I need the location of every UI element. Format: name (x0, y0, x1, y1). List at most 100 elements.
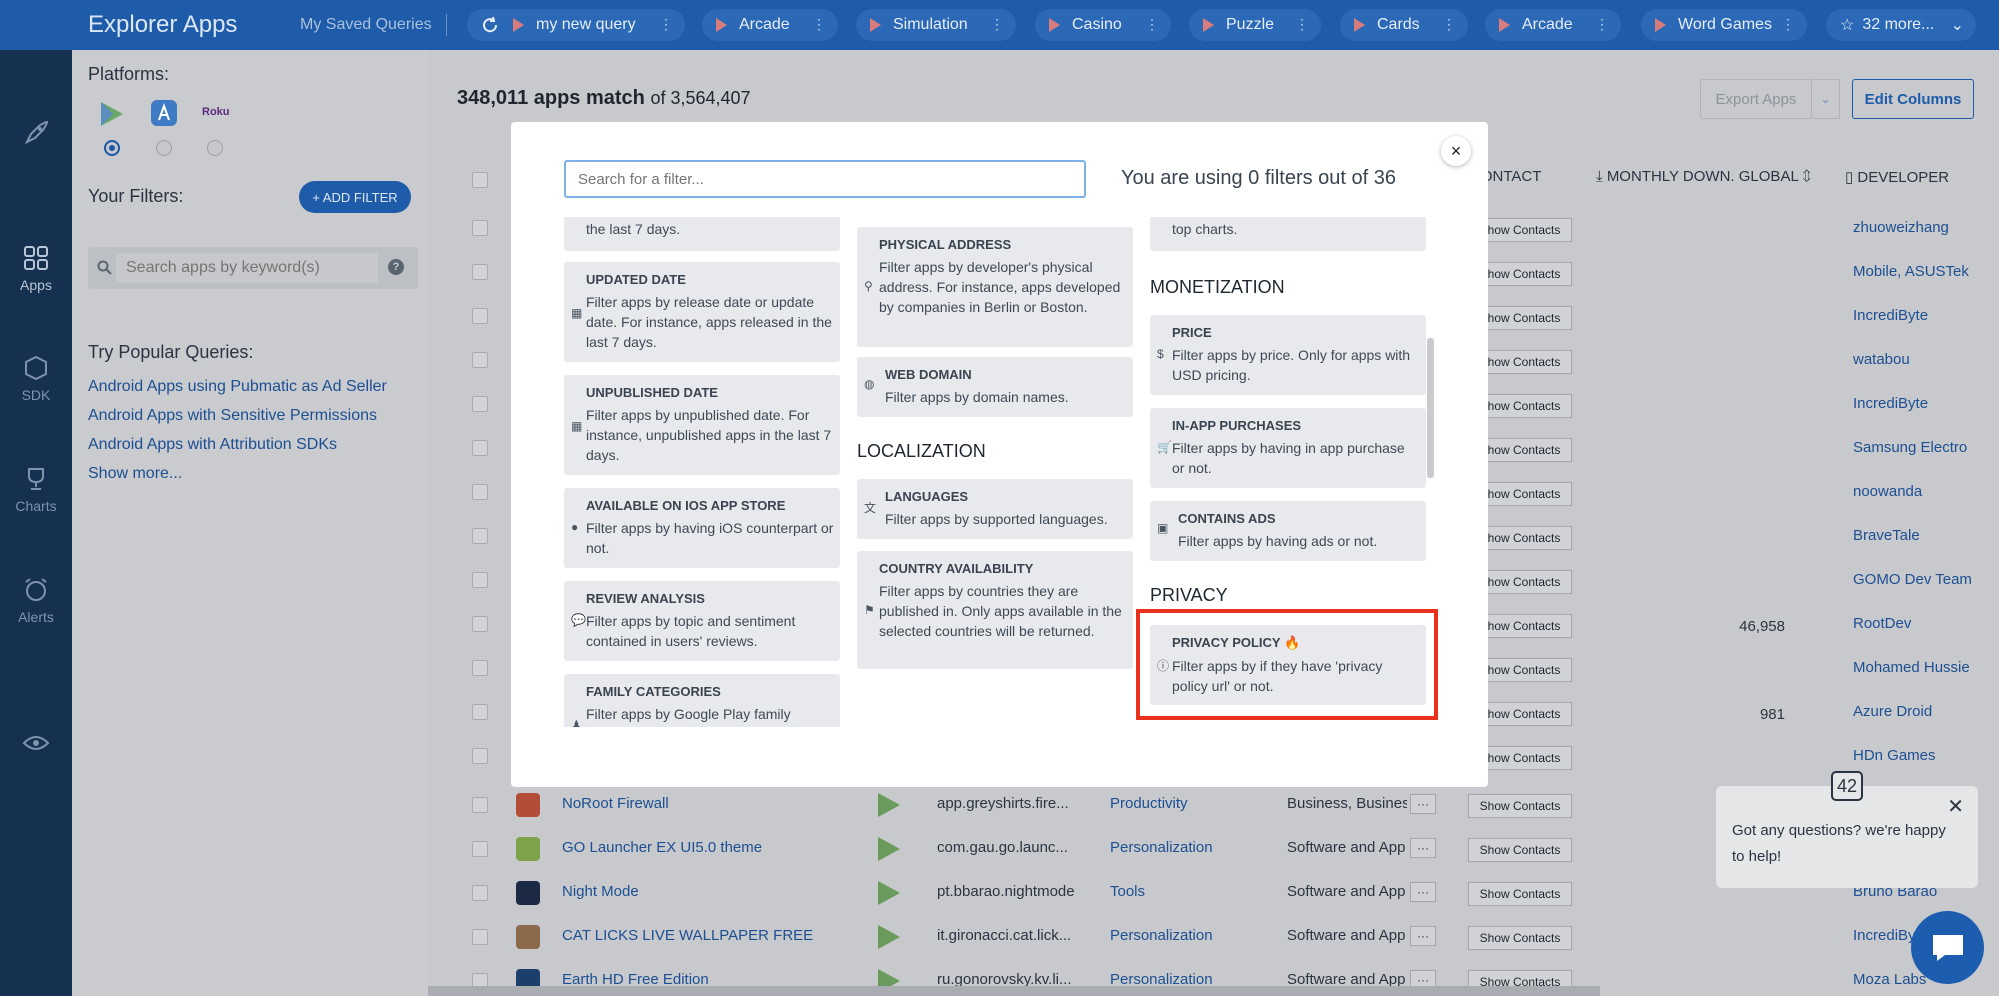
filter-search-input[interactable] (564, 160, 1086, 198)
more-options-button[interactable]: ··· (1410, 794, 1436, 814)
filter-card-review-analysis[interactable]: 💬 REVIEW ANALYSIS Filter apps by topic a… (564, 581, 840, 661)
row-checkbox[interactable] (472, 396, 488, 412)
filter-card-web-domain[interactable]: ◍ WEB DOMAIN Filter apps by domain names… (857, 357, 1133, 417)
popular-query-link[interactable]: Android Apps with Attribution SDKs (88, 436, 337, 454)
export-dropdown-icon[interactable]: ⌄ (1812, 79, 1840, 119)
eye-icon[interactable] (0, 698, 72, 788)
row-checkbox[interactable] (472, 572, 488, 588)
platform-radio-ios[interactable] (156, 140, 172, 156)
filter-card-physical-address[interactable]: ⚲ PHYSICAL ADDRESS Filter apps by develo… (857, 227, 1133, 347)
filter-card-contains-ads[interactable]: ▣ CONTAINS ADS Filter apps by having ads… (1150, 501, 1426, 561)
row-checkbox[interactable] (472, 616, 488, 632)
row-checkbox[interactable] (472, 352, 488, 368)
developer-link[interactable]: Mohamed Hussie (1853, 659, 1970, 676)
row-checkbox[interactable] (472, 748, 488, 764)
category-link[interactable]: Personalization (1110, 839, 1213, 856)
refresh-icon[interactable] (481, 16, 499, 34)
query-tab-my-new-query[interactable]: my new query ⋮ (467, 9, 685, 41)
row-checkbox[interactable] (472, 841, 488, 857)
horizontal-scrollbar[interactable] (428, 986, 1600, 996)
developer-link[interactable]: GOMO Dev Team (1853, 571, 1972, 588)
saved-queries-link[interactable]: My Saved Queries (300, 16, 432, 34)
row-checkbox[interactable] (472, 264, 488, 280)
more-vertical-icon[interactable]: ⋮ (1442, 16, 1456, 33)
more-vertical-icon[interactable]: ⋮ (1781, 16, 1795, 33)
platform-radio-google[interactable] (104, 140, 120, 156)
column-header-developer[interactable]: ▯ DEVELOPER (1845, 168, 1949, 186)
developer-link[interactable]: IncrediBy (1853, 927, 1916, 944)
popular-query-link[interactable]: Android Apps using Pubmatic as Ad Seller (88, 378, 387, 396)
help-icon[interactable]: ? (388, 259, 404, 275)
query-tab-word-games[interactable]: Word Games ⋮ (1641, 9, 1807, 41)
more-vertical-icon[interactable]: ⋮ (1295, 16, 1309, 33)
row-checkbox[interactable] (472, 220, 488, 236)
filter-card-unpublished-date[interactable]: ▦ UNPUBLISHED DATE Filter apps by unpubl… (564, 375, 840, 475)
filter-card-partial[interactable]: the last 7 days. (564, 217, 840, 251)
close-icon[interactable]: ✕ (1947, 794, 1964, 819)
modal-scrollbar[interactable] (1427, 338, 1434, 478)
popular-query-link[interactable]: Android Apps with Sensitive Permissions (88, 407, 377, 425)
filter-card-country-availability[interactable]: ⚑ COUNTRY AVAILABILITY Filter apps by co… (857, 551, 1133, 669)
more-vertical-icon[interactable]: ⋮ (659, 16, 673, 33)
keyword-search-input[interactable] (116, 253, 378, 283)
developer-link[interactable]: watabou (1853, 351, 1910, 368)
row-checkbox[interactable] (472, 797, 488, 813)
filter-card-family-categories[interactable]: ♟ FAMILY CATEGORIES Filter apps by Googl… (564, 674, 840, 727)
category-link[interactable]: Tools (1110, 883, 1145, 900)
row-checkbox[interactable] (472, 308, 488, 324)
row-checkbox[interactable] (472, 440, 488, 456)
nav-apps[interactable]: Apps (0, 224, 72, 314)
query-tab-simulation[interactable]: Simulation ⋮ (856, 9, 1016, 41)
filter-card-updated-date[interactable]: ▦ UPDATED DATE Filter apps by release da… (564, 262, 840, 362)
category-link[interactable]: Personalization (1110, 927, 1213, 944)
developer-link[interactable]: Azure Droid (1853, 703, 1932, 720)
filter-card-in-app-purchases[interactable]: 🛒 IN-APP PURCHASES Filter apps by having… (1150, 408, 1426, 488)
google-play-platform-icon[interactable] (99, 100, 125, 128)
export-apps-button[interactable]: Export Apps (1700, 79, 1812, 119)
row-checkbox[interactable] (472, 660, 488, 676)
developer-link[interactable]: IncrediByte (1853, 307, 1928, 324)
roku-platform-icon[interactable]: Roku (202, 106, 230, 118)
add-filter-button[interactable]: + ADD FILTER (299, 181, 411, 213)
show-more-link[interactable]: Show more... (88, 465, 182, 483)
select-all-checkbox[interactable] (472, 172, 488, 188)
query-tab-puzzle[interactable]: Puzzle ⋮ (1189, 9, 1321, 41)
row-checkbox[interactable] (472, 528, 488, 544)
app-name-link[interactable]: NoRoot Firewall (562, 795, 669, 812)
more-vertical-icon[interactable]: ⋮ (1145, 16, 1159, 33)
developer-link[interactable]: noowanda (1853, 483, 1922, 500)
more-vertical-icon[interactable]: ⋮ (812, 16, 826, 33)
developer-link[interactable]: IncrediByte (1853, 395, 1928, 412)
edit-columns-button[interactable]: Edit Columns (1852, 79, 1974, 119)
query-tab-arcade[interactable]: Arcade ⋮ (702, 9, 838, 41)
show-contacts-button[interactable]: Show Contacts (1468, 838, 1572, 862)
more-vertical-icon[interactable]: ⋮ (1595, 16, 1609, 33)
app-store-platform-icon[interactable] (151, 100, 177, 126)
chat-button[interactable] (1911, 911, 1984, 984)
developer-link[interactable]: HDn Games (1853, 747, 1936, 764)
more-vertical-icon[interactable]: ⋮ (990, 16, 1004, 33)
filter-card-languages[interactable]: 文 LANGUAGES Filter apps by supported lan… (857, 479, 1133, 539)
filter-card-ios-app-store[interactable]: ● AVAILABLE ON IOS APP STORE Filter apps… (564, 488, 840, 568)
more-options-button[interactable]: ··· (1410, 882, 1436, 902)
more-options-button[interactable]: ··· (1410, 838, 1436, 858)
filter-card-partial[interactable]: top charts. (1150, 217, 1426, 251)
query-tab-casino[interactable]: Casino ⋮ (1035, 9, 1171, 41)
column-header-monthly[interactable]: ⤓ MONTHLY DOWN. GLOBAL ⇕ (1596, 168, 1811, 185)
developer-link[interactable]: Mobile, ASUSTek (1853, 263, 1969, 280)
app-name-link[interactable]: CAT LICKS LIVE WALLPAPER FREE (562, 927, 813, 944)
more-options-button[interactable]: ··· (1410, 926, 1436, 946)
developer-link[interactable]: Samsung Electro (1853, 439, 1967, 456)
developer-link[interactable]: BraveTale (1853, 527, 1920, 544)
row-checkbox[interactable] (472, 484, 488, 500)
category-link[interactable]: Productivity (1110, 795, 1188, 812)
show-contacts-button[interactable]: Show Contacts (1468, 794, 1572, 818)
developer-link[interactable]: RootDev (1853, 615, 1911, 632)
filter-card-price[interactable]: $ PRICE Filter apps by price. Only for a… (1150, 315, 1426, 395)
show-contacts-button[interactable]: Show Contacts (1468, 926, 1572, 950)
developer-link[interactable]: Moza Labs (1853, 971, 1926, 988)
rocket-icon[interactable] (0, 88, 72, 178)
nav-charts[interactable]: Charts (0, 445, 72, 535)
query-tab-cards[interactable]: Cards ⋮ (1340, 9, 1468, 41)
query-tab-arcade-2[interactable]: Arcade ⋮ (1485, 9, 1621, 41)
